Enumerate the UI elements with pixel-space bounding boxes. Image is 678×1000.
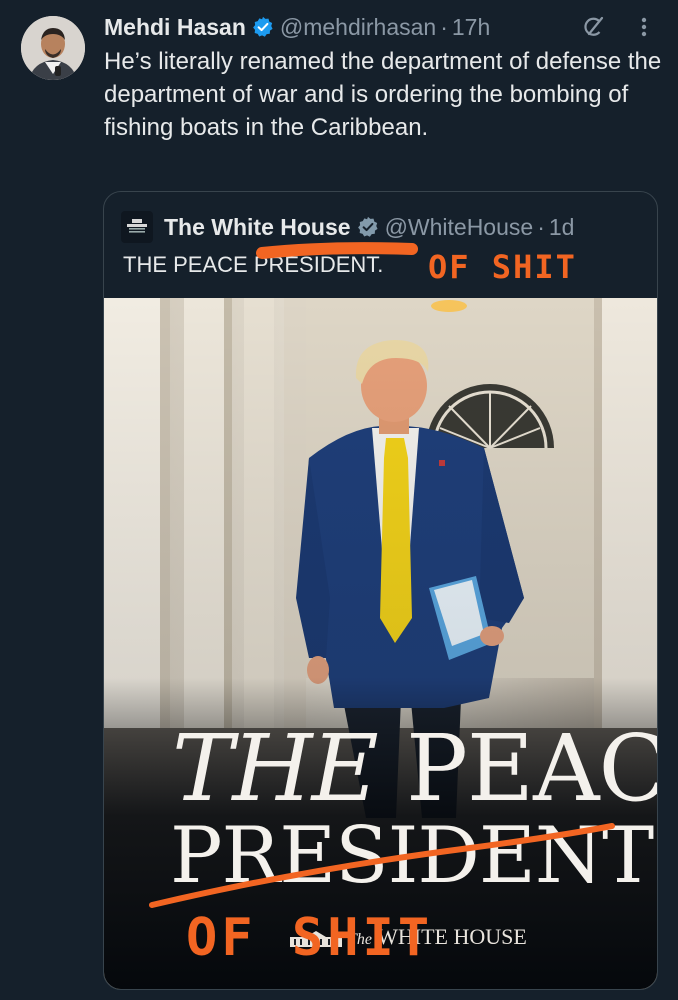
image-headline-2: PRESIDENT xyxy=(170,811,654,901)
tweet-time[interactable]: 17h xyxy=(452,14,490,41)
quote-time[interactable]: 1d xyxy=(549,214,575,241)
white-house-logo-icon xyxy=(127,219,147,233)
avatar-image xyxy=(21,16,85,80)
image-headline-1: THE PEACE xyxy=(172,723,657,815)
quote-separator-dot: · xyxy=(537,213,545,240)
scribble-annotation-image: OF SHIT xyxy=(186,908,434,968)
tweet-header: Mehdi Hasan @mehdirhasan · 17h xyxy=(104,12,658,42)
more-vertical-icon[interactable] xyxy=(634,14,654,40)
quoted-tweet[interactable]: The White House @WhiteHouse · 1d THE PEA… xyxy=(103,191,658,990)
quote-verified-badge-icon xyxy=(357,216,379,238)
quote-author-name[interactable]: The White House xyxy=(164,214,351,241)
quote-header: The White House @WhiteHouse · 1d xyxy=(164,211,643,243)
author-handle[interactable]: @mehdirhasan xyxy=(280,14,436,41)
quote-text-suffix: . xyxy=(377,252,384,277)
verified-badge-icon xyxy=(252,16,274,38)
white-house-logo[interactable] xyxy=(121,211,153,243)
quote-author-handle[interactable]: @WhiteHouse xyxy=(385,214,534,241)
image-headline-1-italic: THE xyxy=(172,715,379,822)
separator-dot: · xyxy=(440,13,448,40)
author-name[interactable]: Mehdi Hasan xyxy=(104,14,246,41)
quoted-image[interactable]: THE PEACE PRESIDENT The WHITE HOUSE xyxy=(104,298,657,989)
quote-text-struck: PRESIDENT xyxy=(253,252,378,277)
grok-icon[interactable] xyxy=(580,14,606,40)
quote-text-prefix: THE PEACE xyxy=(123,252,254,277)
scribble-annotation-quote: OF SHIT xyxy=(428,248,577,286)
avatar[interactable] xyxy=(21,16,85,80)
image-headline-1-rest: PEACE xyxy=(406,715,657,822)
tweet-text: He’s literally renamed the department of… xyxy=(104,48,662,141)
quote-text: THE PEACE PRESIDENT. xyxy=(123,252,383,278)
